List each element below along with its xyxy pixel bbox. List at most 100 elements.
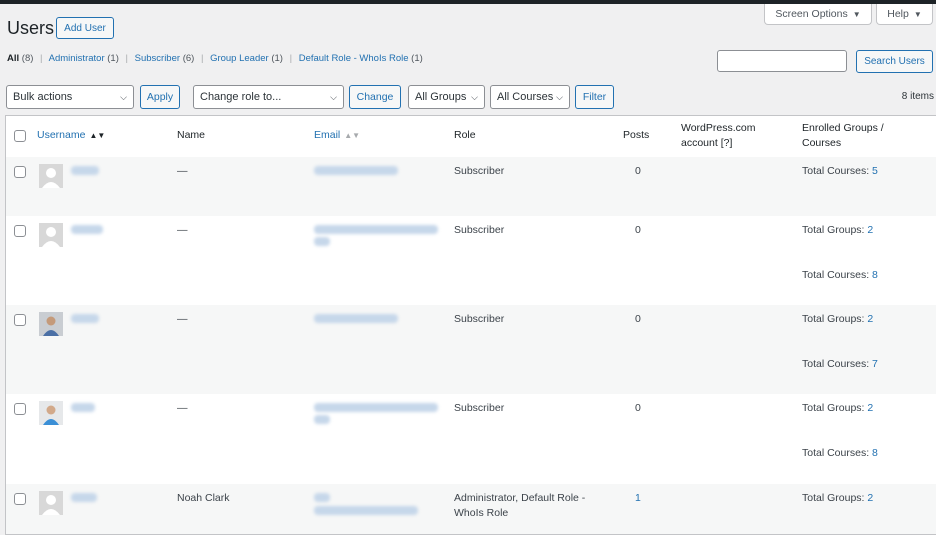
filter-button[interactable]: Filter [575,85,614,109]
filter-subscriber-link[interactable]: Subscriber [135,53,180,64]
items-count: 8 items [901,91,934,102]
filter-group-leader-count: (1) [271,53,283,64]
sort-active-icon: ▲▼ [89,131,106,140]
posts-cell: 1 [635,491,641,506]
filter-subscriber-count: (6) [182,53,195,64]
email-redacted-line2 [314,237,330,246]
table-row: — Subscriber 0 Total Groups: 2 Total Cou… [6,394,936,484]
total-courses-link[interactable]: 8 [872,269,878,281]
column-name: Name [177,129,206,141]
column-email-label: Email [314,129,341,141]
row-checkbox[interactable] [14,403,26,415]
username-redacted[interactable] [71,225,103,234]
role-line2: WhoIs Role [454,507,509,519]
filter-administrator-link[interactable]: Administrator [49,53,105,64]
email-redacted[interactable] [314,166,398,175]
help-label: Help [887,8,909,20]
total-courses: Total Courses: 7 [802,357,878,372]
table-row: — Subscriber 0 Total Groups: 2 Total Cou… [6,305,936,394]
email-redacted[interactable] [314,493,330,502]
filter-default-role-count: (1) [411,53,423,64]
email-redacted-line2 [314,506,418,515]
change-role-value: Change role to... [200,91,282,103]
page-title: Users [7,18,55,38]
column-enrolled: Enrolled Groups / Courses [802,121,884,151]
select-all-checkbox[interactable] [14,130,26,142]
total-courses-link[interactable]: 7 [872,358,878,370]
username-redacted[interactable] [71,403,95,412]
total-groups-label: Total Groups: [802,224,865,236]
posts-link[interactable]: 1 [635,492,641,504]
filter-group-leader-link[interactable]: Group Leader [210,53,269,64]
row-checkbox[interactable] [14,314,26,326]
add-user-button[interactable]: Add User [56,17,114,39]
photo-avatar-icon [39,401,63,425]
help-tab[interactable]: Help ▼ [876,4,933,25]
column-username-label: Username [37,129,86,141]
default-avatar-icon [39,223,63,247]
search-users-input[interactable] [717,50,847,72]
total-groups-link[interactable]: 2 [867,402,873,414]
email-redacted-line2 [314,415,330,424]
apply-button[interactable]: Apply [140,85,180,109]
users-table: Username ▲▼ Name Email ▲▼ Role Posts WordP… [5,115,936,535]
column-wpcom-line2: account [?] [681,137,733,149]
role-filter-links: All (8) | Administrator (1) | Subscriber… [7,53,423,64]
posts-cell: 0 [635,313,641,325]
total-groups-link[interactable]: 2 [867,224,873,236]
separator: | [289,53,293,64]
role-cell: Subscriber [454,165,505,177]
email-redacted[interactable] [314,314,398,323]
column-role: Role [454,129,476,141]
total-groups-link[interactable]: 2 [867,313,873,325]
column-wpcom: WordPress.com account [?] [681,121,756,151]
row-checkbox[interactable] [14,166,26,178]
total-groups-label: Total Groups: [802,402,865,414]
bulk-actions-value: Bulk actions [13,91,73,103]
total-groups: Total Groups: 2 [802,401,873,416]
username-redacted[interactable] [71,493,97,502]
column-wpcom-line1: WordPress.com [681,122,756,134]
total-courses-label: Total Courses: [802,447,870,459]
username-redacted[interactable] [71,314,99,323]
role-line1: Administrator, Default Role - [454,492,586,504]
screen-options-tab[interactable]: Screen Options ▼ [764,4,872,25]
column-posts: Posts [623,129,650,141]
caret-down-icon: ▼ [852,9,861,19]
column-enrolled-line1: Enrolled Groups / [802,122,884,134]
row-checkbox[interactable] [14,225,26,237]
change-role-select[interactable]: Change role to... ⌵ [193,85,344,109]
separator: | [125,53,128,64]
row-checkbox[interactable] [14,493,26,505]
bulk-actions-select[interactable]: Bulk actions ⌵ [6,85,134,109]
column-username[interactable]: Username ▲▼ [37,128,105,143]
total-groups-link[interactable]: 2 [867,492,873,504]
default-avatar-icon [39,491,63,515]
all-groups-select[interactable]: All Groups ⌵ [408,85,485,109]
posts-cell: 0 [635,165,641,177]
filter-all-count: (8) [21,53,34,64]
name-cell: — [177,165,188,177]
filter-administrator-count: (1) [107,53,119,64]
email-redacted[interactable] [314,225,438,234]
search-users-button[interactable]: Search Users [856,50,933,73]
role-cell: Subscriber [454,402,505,414]
total-courses-link[interactable]: 8 [872,447,878,459]
all-courses-select[interactable]: All Courses ⌵ [490,85,570,109]
caret-down-icon: ▼ [913,9,922,19]
email-redacted[interactable] [314,403,438,412]
role-cell: Administrator, Default Role - WhoIs Role [454,491,585,521]
filter-default-role-link[interactable]: Default Role - WhoIs Role [299,53,409,64]
all-courses-value: All Courses [497,91,554,103]
posts-cell: 0 [635,224,641,236]
column-email[interactable]: Email ▲▼ [314,128,360,143]
photo-avatar-icon [39,312,63,336]
change-role-button[interactable]: Change [349,85,401,109]
chevron-down-icon: ⌵ [330,91,337,102]
name-cell: — [177,402,188,414]
role-cell: Subscriber [454,224,505,236]
total-courses-link[interactable]: 5 [872,165,878,177]
total-groups: Total Groups: 2 [802,491,873,506]
filter-all-link[interactable]: All [7,53,19,64]
username-redacted[interactable] [71,166,99,175]
